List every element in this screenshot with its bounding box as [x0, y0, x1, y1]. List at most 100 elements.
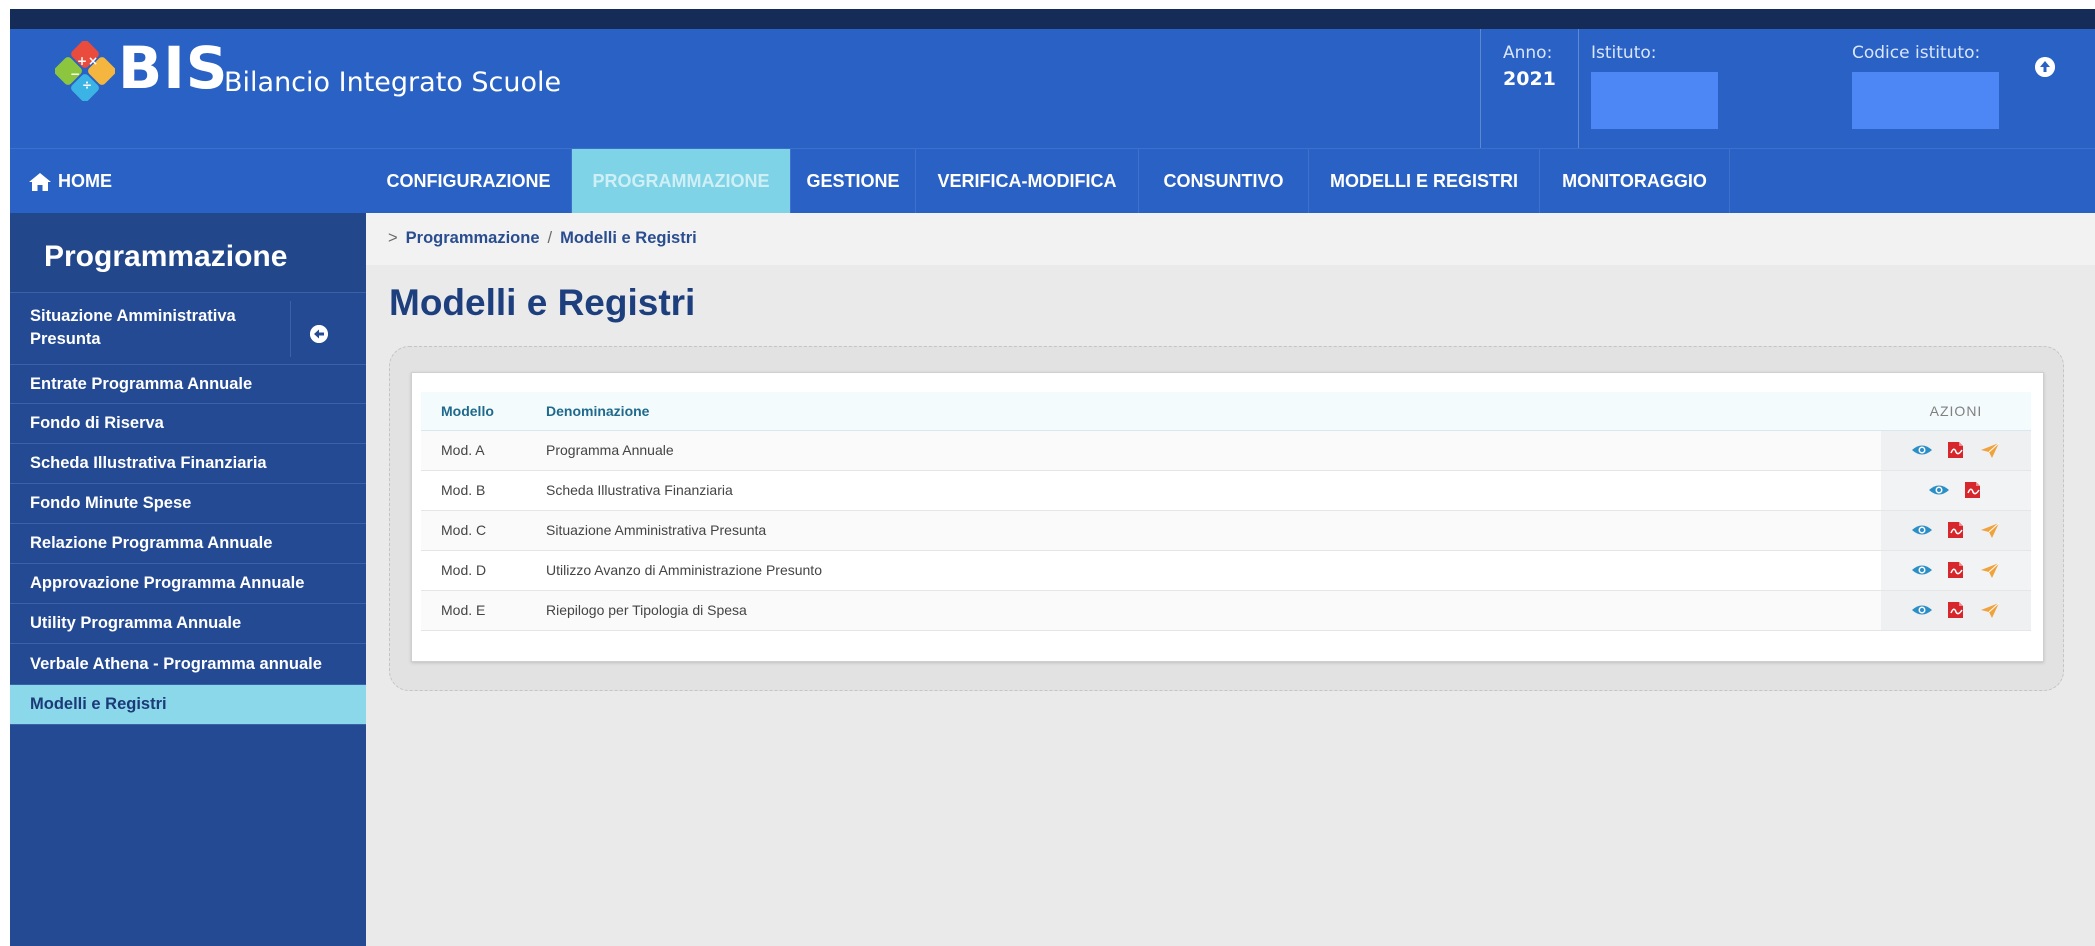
sidebar-divider: [290, 301, 291, 357]
cell-denominazione: Programma Annuale: [526, 430, 1881, 471]
cell-modello: Mod. D: [421, 550, 526, 591]
svg-text:−: −: [70, 67, 80, 81]
anno-section: Anno: 2021: [1480, 29, 1580, 148]
sidebar-item-modelli-registri[interactable]: Modelli e Registri: [10, 685, 366, 725]
home-icon: [29, 172, 51, 191]
pdf-icon[interactable]: [1945, 521, 1967, 539]
pdf-icon[interactable]: [1945, 601, 1967, 619]
cell-modello: Mod. C: [421, 510, 526, 551]
nav-programmazione[interactable]: PROGRAMMAZIONE: [572, 149, 791, 214]
arrow-circle-up-icon[interactable]: [2035, 57, 2055, 77]
sidebar-item-label: Verbale Athena - Programma annuale: [30, 654, 322, 673]
breadcrumb-parent-link[interactable]: Programmazione: [406, 229, 540, 248]
eye-icon[interactable]: [1911, 441, 1933, 459]
table-row: Mod. D Utilizzo Avanzo di Amministrazion…: [421, 550, 2031, 591]
breadcrumb: > Programmazione / Modelli e Registri: [388, 229, 697, 248]
breadcrumb-prefix: >: [388, 229, 398, 247]
sidebar-title: Programmazione: [10, 213, 366, 293]
sidebar-item-situazione-amministrativa[interactable]: Situazione Amministrativa Presunta: [10, 293, 366, 365]
table-row: Mod. A Programma Annuale: [421, 430, 2031, 471]
anno-label: Anno:: [1503, 43, 1553, 63]
svg-text:+: +: [77, 54, 87, 68]
send-icon[interactable]: [1979, 441, 2001, 459]
sidebar-item-relazione[interactable]: Relazione Programma Annuale: [10, 524, 366, 564]
cell-modello: Mod. E: [421, 590, 526, 631]
bis-logo-icon: + × − ÷: [55, 41, 115, 101]
cell-azioni: [1881, 550, 2031, 591]
page-title: Modelli e Registri: [389, 282, 696, 323]
breadcrumb-current: Modelli e Registri: [560, 229, 697, 247]
anno-value: 2021: [1503, 68, 1556, 90]
cell-denominazione: Scheda Illustrativa Finanziaria: [526, 470, 1881, 511]
send-icon[interactable]: [1979, 601, 2001, 619]
col-header-modello: Modello: [421, 392, 526, 431]
nav-home[interactable]: HOME: [10, 149, 366, 214]
main-nav: HOME CONFIGURAZIONE PROGRAMMAZIONE GESTI…: [10, 148, 2095, 214]
sidebar-item-label: Approvazione Programma Annuale: [30, 574, 305, 592]
sidebar-item-fondo-minute-spese[interactable]: Fondo Minute Spese: [10, 484, 366, 524]
cell-azioni: [1881, 590, 2031, 631]
header: + × − ÷ BIS Bilancio Integrato Scuole An…: [10, 29, 2095, 148]
arrow-circle-left-icon[interactable]: [310, 325, 328, 343]
breadcrumb-separator: /: [547, 229, 553, 247]
top-strip: [10, 9, 2095, 29]
cell-denominazione: Utilizzo Avanzo di Amministrazione Presu…: [526, 550, 1881, 591]
nav-monitoraggio[interactable]: MONITORAGGIO: [1540, 149, 1730, 214]
table-row: Mod. E Riepilogo per Tipologia di Spesa: [421, 590, 2031, 631]
sidebar-item-label: Situazione Amministrativa Presunta: [30, 307, 236, 348]
eye-icon[interactable]: [1911, 561, 1933, 579]
breadcrumb-bar: > Programmazione / Modelli e Registri: [366, 213, 2095, 265]
sidebar-item-approvazione[interactable]: Approvazione Programma Annuale: [10, 564, 366, 604]
sidebar-item-entrate[interactable]: Entrate Programma Annuale: [10, 365, 366, 404]
svg-text:÷: ÷: [82, 78, 92, 92]
cell-modello: Mod. B: [421, 470, 526, 511]
pdf-icon[interactable]: [1962, 481, 1984, 499]
sidebar-item-verbale-athena[interactable]: Verbale Athena - Programma annuale: [10, 644, 366, 685]
pdf-icon[interactable]: [1945, 441, 1967, 459]
brand-name: BIS: [118, 34, 229, 102]
cell-denominazione: Situazione Amministrativa Presunta: [526, 510, 1881, 551]
pdf-icon[interactable]: [1945, 561, 1967, 579]
istituto-label: Istituto:: [1591, 43, 1657, 63]
sidebar-item-label: Fondo Minute Spese: [30, 494, 192, 512]
nav-consuntivo[interactable]: CONSUNTIVO: [1139, 149, 1309, 214]
cell-azioni: [1881, 510, 2031, 551]
eye-icon[interactable]: [1928, 481, 1950, 499]
cell-modello: Mod. A: [421, 430, 526, 471]
cell-azioni: [1881, 430, 2031, 471]
istituto-section: Istituto:: [1578, 29, 1848, 148]
sidebar-item-label: Scheda Illustrativa Finanziaria: [30, 454, 267, 472]
eye-icon[interactable]: [1911, 521, 1933, 539]
sidebar-item-label: Modelli e Registri: [30, 695, 167, 713]
col-header-denominazione: Denominazione: [526, 392, 1881, 431]
sidebar-item-label: Fondo di Riserva: [30, 414, 164, 432]
nav-configurazione[interactable]: CONFIGURAZIONE: [366, 149, 572, 214]
brand-subtitle: Bilancio Integrato Scuole: [224, 67, 562, 98]
table-row: Mod. C Situazione Amministrativa Presunt…: [421, 510, 2031, 551]
cell-denominazione: Riepilogo per Tipologia di Spesa: [526, 590, 1881, 631]
istituto-value-redacted: [1591, 72, 1718, 129]
send-icon[interactable]: [1979, 561, 2001, 579]
table-header-row: Modello Denominazione AZIONI: [421, 392, 2031, 431]
sidebar-item-fondo-riserva[interactable]: Fondo di Riserva: [10, 404, 366, 444]
sidebar: Programmazione Situazione Amministrativa…: [10, 213, 366, 946]
sidebar-item-scheda-illustrativa[interactable]: Scheda Illustrativa Finanziaria: [10, 444, 366, 484]
eye-icon[interactable]: [1911, 601, 1933, 619]
table-row: Mod. B Scheda Illustrativa Finanziaria: [421, 470, 2031, 511]
nav-modelli-e-registri[interactable]: MODELLI E REGISTRI: [1309, 149, 1540, 214]
sidebar-item-label: Utility Programma Annuale: [30, 614, 242, 632]
col-header-azioni: AZIONI: [1881, 392, 2031, 431]
send-icon[interactable]: [1979, 521, 2001, 539]
codice-section: Codice istituto:: [1848, 29, 2018, 148]
svg-text:×: ×: [88, 54, 98, 68]
sidebar-item-utility[interactable]: Utility Programma Annuale: [10, 604, 366, 644]
cell-azioni: [1881, 470, 2031, 511]
sidebar-item-label: Entrate Programma Annuale: [30, 374, 253, 393]
nav-gestione[interactable]: GESTIONE: [791, 149, 916, 214]
codice-label: Codice istituto:: [1852, 43, 1981, 63]
nav-verifica-modifica[interactable]: VERIFICA-MODIFICA: [916, 149, 1139, 214]
codice-value-redacted: [1852, 72, 1999, 129]
modelli-table: Modello Denominazione AZIONI Mod. A Prog…: [421, 392, 2031, 631]
nav-home-label: HOME: [58, 171, 112, 191]
sidebar-item-label: Relazione Programma Annuale: [30, 534, 273, 552]
